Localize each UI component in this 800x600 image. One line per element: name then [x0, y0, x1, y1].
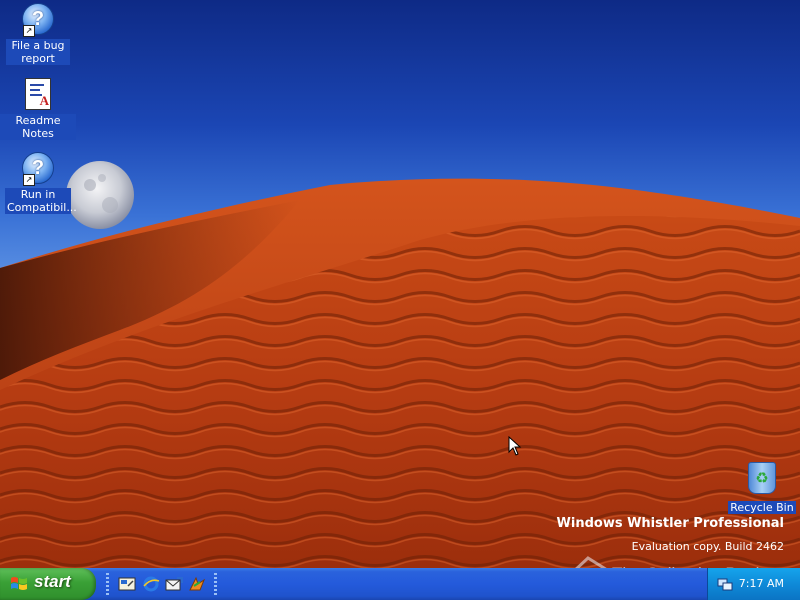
help-icon: ? ↗ [21, 3, 55, 37]
help-icon: ? ↗ [21, 152, 55, 186]
clock[interactable]: 7:17 AM [739, 577, 784, 590]
internet-explorer-icon[interactable] [142, 576, 160, 592]
desktop-icon-recycle-bin[interactable]: ♻ Recycle Bin [724, 462, 800, 515]
start-button[interactable]: start [0, 568, 96, 600]
toolbar-grip[interactable] [106, 573, 109, 595]
show-desktop-icon[interactable] [118, 576, 136, 592]
shortcut-arrow-icon: ↗ [23, 174, 35, 186]
document-icon: A [21, 78, 55, 112]
windows-logo-icon [11, 577, 27, 590]
network-icon[interactable] [716, 576, 734, 592]
system-tray: 7:17 AM [707, 568, 800, 600]
media-player-icon[interactable] [188, 576, 206, 592]
shortcut-arrow-icon: ↗ [23, 25, 35, 37]
desktop-icon-label: Run in Compatibil... [5, 188, 77, 214]
desktop-icon-file-bug-report[interactable]: ? ↗ File a bug report [0, 3, 76, 66]
moon [66, 161, 134, 229]
toolbar-grip[interactable] [214, 573, 217, 595]
desktop-icon-label: File a bug report [6, 39, 70, 65]
desktop-icon-run-compatibility[interactable]: ? ↗ Run in Compatibil... [0, 152, 77, 215]
build-watermark-subtitle: Evaluation copy. Build 2462 [631, 540, 784, 553]
taskbar: start 7:17 AM [0, 568, 800, 600]
mouse-pointer-icon [508, 436, 522, 456]
desktop-icon-label: Readme Notes [0, 114, 76, 140]
start-label: start [34, 572, 71, 591]
outlook-express-icon[interactable] [165, 576, 183, 592]
build-watermark: Windows Whistler Professional Evaluation… [557, 516, 784, 553]
desert-wallpaper [0, 161, 800, 568]
recycle-bin-icon: ♻ [745, 462, 779, 496]
desktop-icon-label: Recycle Bin [728, 501, 796, 514]
desktop-icon-readme-notes[interactable]: A Readme Notes [0, 78, 76, 141]
build-watermark-title: Windows Whistler Professional [556, 516, 784, 531]
desktop[interactable]: ? ↗ File a bug report A Readme Notes ? ↗… [0, 0, 800, 568]
